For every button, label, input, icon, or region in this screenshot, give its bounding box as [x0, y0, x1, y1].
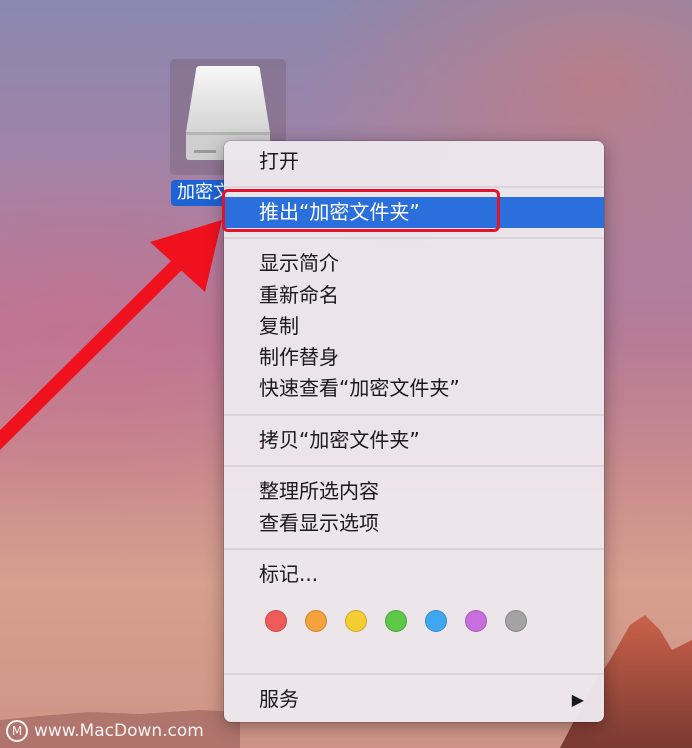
macdown-logo-icon: M [6, 720, 28, 742]
menu-separator [224, 548, 604, 550]
menu-separator [224, 414, 604, 416]
watermark-text: www.MacDown.com [34, 721, 204, 741]
tag-purple-dot[interactable] [465, 610, 487, 632]
menu-separator [224, 673, 604, 675]
tag-gray-dot[interactable] [505, 610, 527, 632]
tag-green-dot[interactable] [385, 610, 407, 632]
menu-item-show-view-options[interactable]: 查看显示选项 [224, 508, 604, 539]
menu-item-services-label: 服务 [259, 687, 299, 711]
watermark: Mwww.MacDown.com [6, 717, 204, 745]
menu-separator [224, 237, 604, 239]
menu-item-get-info[interactable]: 显示简介 [224, 248, 604, 279]
menu-item-copy[interactable]: 拷贝“加密文件夹” [224, 425, 604, 456]
menu-separator [224, 186, 604, 188]
submenu-arrow-icon: ▶ [571, 690, 584, 709]
tag-red-dot[interactable] [265, 610, 287, 632]
tag-yellow-dot[interactable] [345, 610, 367, 632]
tag-orange-dot[interactable] [305, 610, 327, 632]
menu-separator [224, 465, 604, 467]
menu-item-rename[interactable]: 重新命名 [224, 280, 604, 311]
menu-item-open[interactable]: 打开 [224, 146, 604, 177]
red-highlight-box [222, 189, 500, 232]
tag-blue-dot[interactable] [425, 610, 447, 632]
menu-item-quick-look[interactable]: 快速查看“加密文件夹” [224, 373, 604, 404]
menu-item-services[interactable]: 服务 ▶ [224, 684, 604, 715]
menu-item-make-alias[interactable]: 制作替身 [224, 342, 604, 373]
menu-item-tags[interactable]: 标记... [224, 559, 604, 590]
menu-item-duplicate[interactable]: 复制 [224, 311, 604, 342]
menu-item-clean-up-selection[interactable]: 整理所选内容 [224, 476, 604, 507]
